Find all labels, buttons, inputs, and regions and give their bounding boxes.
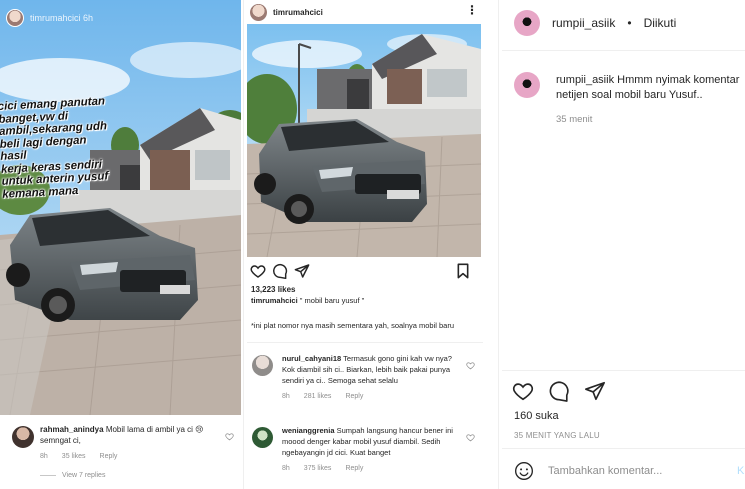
comment-likes[interactable]: 281 likes	[304, 391, 332, 402]
comment-time: 8h	[40, 453, 48, 460]
post-photo[interactable]	[247, 24, 481, 257]
caption-text: Hmmm nyimak komentar	[617, 74, 740, 86]
separator-dot: •	[627, 16, 632, 30]
comment-username[interactable]: nurul_cahyani18	[282, 354, 341, 363]
story-username[interactable]: timrumahcici 6h	[30, 13, 93, 23]
comment-icon[interactable]	[272, 263, 288, 279]
comment-likes[interactable]: 35 likes	[62, 451, 86, 462]
comment-meta: 8h 35 likes Reply	[40, 451, 230, 462]
post-comment-button[interactable]: K	[737, 465, 744, 477]
comment-icon[interactable]	[548, 380, 570, 402]
like-heart-icon[interactable]	[512, 380, 534, 402]
following-button[interactable]: Diikuti	[644, 16, 677, 30]
reply-button[interactable]: Reply	[100, 451, 118, 462]
comment-username[interactable]: wenianggrenia	[282, 426, 335, 435]
side-actions	[512, 380, 606, 402]
side-panel: rumpii_asiik • Diikuti rumpii_asiik Hmmm…	[502, 0, 745, 489]
story-header: timrumahcici 6h	[6, 9, 93, 27]
story-photo	[0, 0, 241, 415]
side-header: rumpii_asiik • Diikuti	[514, 10, 676, 36]
add-comment-bar	[514, 461, 708, 481]
emoji-icon[interactable]	[514, 461, 534, 481]
comment-username[interactable]: rahmah_anindya	[40, 425, 104, 434]
post-username[interactable]: timrumahcici	[273, 8, 323, 17]
side-username[interactable]: rumpii_asiik	[552, 16, 615, 30]
share-icon[interactable]	[294, 263, 310, 279]
caption-body: rumpii_asiik Hmmm nyimak komentar netije…	[556, 73, 745, 103]
caption-avatar[interactable]	[514, 72, 540, 98]
commenter-avatar[interactable]	[12, 426, 34, 448]
side-avatar[interactable]	[514, 10, 540, 36]
replies-line	[40, 475, 56, 476]
view-replies-button[interactable]: View 7 replies	[40, 472, 105, 479]
heart-icon[interactable]	[466, 361, 475, 370]
heart-icon[interactable]	[466, 433, 475, 442]
reply-button[interactable]: Reply	[345, 391, 363, 402]
post-avatar[interactable]	[250, 3, 267, 21]
heart-icon[interactable]	[225, 432, 234, 441]
caption-time: 35 menit	[556, 114, 593, 125]
side-like-count[interactable]: 160 suka	[514, 410, 559, 422]
post-like-count[interactable]: 13,223 likes	[251, 285, 295, 294]
comment-likes[interactable]: 375 likes	[304, 463, 332, 474]
divider	[502, 50, 745, 51]
comment-body: nurul_cahyani18 Termasuk gono gini kah v…	[282, 353, 464, 402]
post-caption: timrumahcici " mobil baru yusuf "	[251, 296, 479, 305]
caption-username[interactable]: timrumahcici	[251, 296, 298, 305]
share-icon[interactable]	[584, 380, 606, 402]
like-heart-icon[interactable]	[250, 263, 266, 279]
commenter-avatar[interactable]	[252, 355, 273, 376]
post-subcaption: *ini plat nomor nya masih sementara yah,…	[251, 321, 455, 330]
comment-body: wenianggrenia Sumpah langsung hancur ben…	[282, 425, 464, 474]
divider	[247, 342, 483, 343]
post-panel: timrumahcici ⋮ 13,223 likes timrumahcici…	[243, 0, 499, 489]
comment-meta: 8h 281 likes Reply	[282, 391, 464, 402]
post-header: timrumahcici ⋮	[250, 2, 486, 22]
save-bookmark-icon[interactable]	[456, 263, 470, 279]
story-overlay-text: cici emang panutan banget,vw di ambil,se…	[0, 95, 115, 201]
caption-text: " mobil baru yusuf "	[299, 296, 365, 305]
side-time-ago: 35 MENIT YANG LALU	[514, 431, 600, 440]
divider	[502, 448, 745, 449]
add-comment-input[interactable]	[548, 465, 708, 477]
post-actions	[250, 263, 478, 279]
caption-username[interactable]: rumpii_asiik	[556, 74, 614, 86]
view-replies-label: View 7 replies	[62, 472, 106, 479]
divider	[502, 370, 745, 371]
commenter-avatar[interactable]	[252, 427, 273, 448]
comment-body: rahmah_anindya Mobil lama di ambil ya ci…	[40, 424, 230, 462]
comment-time: 8h	[282, 393, 290, 400]
caption-text-line2: netijen soal mobil baru Yusuf..	[556, 89, 703, 101]
comment-meta: 8h 375 likes Reply	[282, 463, 464, 474]
story-avatar[interactable]	[6, 9, 24, 27]
comment-time: 8h	[282, 465, 290, 472]
story-panel: timrumahcici 6h cici emang panutan bange…	[0, 0, 241, 489]
reply-button[interactable]: Reply	[345, 463, 363, 474]
more-options-icon[interactable]: ⋮	[466, 4, 478, 16]
